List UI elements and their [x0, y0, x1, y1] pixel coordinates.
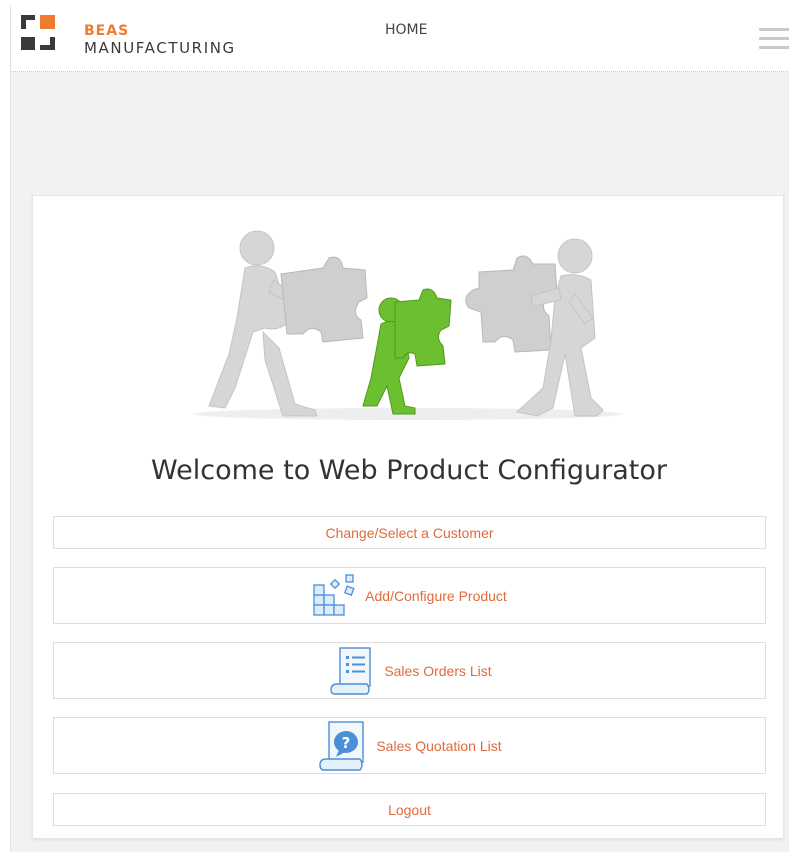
puzzle-team-illustration [193, 230, 623, 420]
logout-button[interactable]: Logout [53, 793, 766, 826]
change-customer-label: Change/Select a Customer [325, 524, 494, 541]
sales-orders-list-button[interactable]: Sales Orders List [53, 642, 766, 699]
main-card: Welcome to Web Product Configurator Chan… [32, 195, 784, 839]
list-document-icon [327, 646, 375, 696]
change-customer-button[interactable]: Change/Select a Customer [53, 516, 766, 549]
sales-orders-list-label: Sales Orders List [384, 662, 492, 679]
sales-quotation-list-button[interactable]: ? Sales Quotation List [53, 717, 766, 774]
quotation-question-icon: ? [317, 720, 367, 772]
nav-home-link[interactable]: HOME [385, 22, 427, 38]
app-frame: BEAS MANUFACTURING HOME Welcome to Web P… [10, 6, 789, 852]
top-header: BEAS MANUFACTURING HOME [11, 6, 789, 72]
hamburger-menu-icon[interactable] [759, 28, 789, 50]
configure-product-icon [312, 573, 356, 619]
brand-name: BEAS MANUFACTURING [84, 23, 236, 57]
welcome-title: Welcome to Web Product Configurator [151, 455, 667, 486]
add-configure-product-button[interactable]: Add/Configure Product [53, 567, 766, 624]
logout-label: Logout [388, 801, 431, 818]
add-configure-product-label: Add/Configure Product [365, 587, 507, 604]
brand-bottom-text: MANUFACTURING [84, 39, 236, 57]
brand-top-text: BEAS [84, 23, 130, 39]
sales-quotation-list-label: Sales Quotation List [376, 737, 502, 754]
svg-text:?: ? [342, 734, 351, 752]
beas-logo-icon [21, 15, 55, 50]
